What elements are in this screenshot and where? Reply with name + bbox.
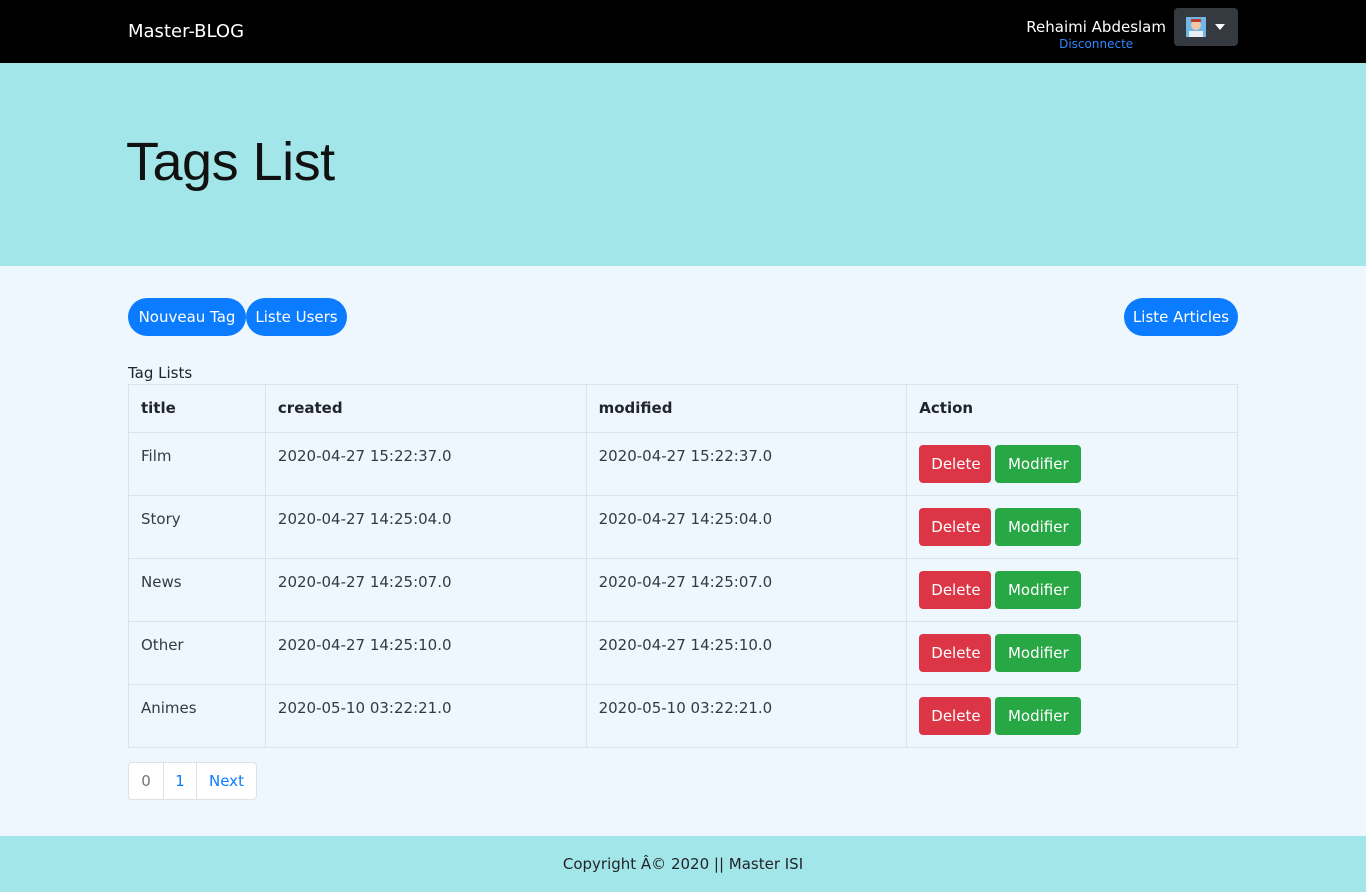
- chevron-down-icon: [1215, 24, 1225, 30]
- cell-created: 2020-04-27 15:22:37.0: [264, 432, 587, 496]
- table-row: Film 2020-04-27 15:22:37.0 2020-04-27 15…: [128, 432, 1238, 496]
- cell-modified: 2020-04-27 15:22:37.0: [585, 432, 908, 496]
- cell-created: 2020-04-27 14:25:07.0: [264, 558, 587, 622]
- delete-button[interactable]: Delete: [919, 508, 992, 546]
- list-users-button[interactable]: Liste Users: [246, 298, 347, 336]
- cell-modified: 2020-04-27 14:25:07.0: [585, 558, 908, 622]
- table-row: Other 2020-04-27 14:25:10.0 2020-04-27 1…: [128, 621, 1238, 685]
- page-link-0[interactable]: 0: [129, 763, 163, 799]
- cell-action: Delete Modifier: [906, 558, 1238, 622]
- cell-title: Story: [128, 495, 266, 559]
- cell-title: Film: [128, 432, 266, 496]
- column-header-action: Action: [906, 384, 1238, 433]
- modify-button[interactable]: Modifier: [995, 508, 1082, 546]
- cell-created: 2020-04-27 14:25:04.0: [264, 495, 587, 559]
- modify-button[interactable]: Modifier: [995, 697, 1082, 735]
- disconnect-link[interactable]: Disconnecte: [1026, 37, 1166, 51]
- table-row: News 2020-04-27 14:25:07.0 2020-04-27 14…: [128, 558, 1238, 622]
- cell-action: Delete Modifier: [906, 684, 1238, 748]
- brand-link[interactable]: Master-BLOG: [128, 20, 244, 44]
- cell-modified: 2020-04-27 14:25:10.0: [585, 621, 908, 685]
- table-row: Animes 2020-05-10 03:22:21.0 2020-05-10 …: [128, 684, 1238, 748]
- table-header-row: title created modified Action: [128, 384, 1238, 433]
- tags-table: title created modified Action Film 2020-…: [128, 384, 1238, 748]
- cell-modified: 2020-04-27 14:25:04.0: [585, 495, 908, 559]
- table-caption: Tag Lists: [128, 364, 193, 382]
- cell-title: Animes: [128, 684, 266, 748]
- column-header-created: created: [264, 384, 587, 433]
- user-info: Rehaimi Abdeslam Disconnecte: [1026, 17, 1166, 51]
- cell-title: News: [128, 558, 266, 622]
- user-menu-button[interactable]: [1174, 8, 1238, 46]
- column-header-modified: modified: [585, 384, 908, 433]
- page-link-1[interactable]: 1: [163, 763, 196, 799]
- copyright-text: Copyright Â© 2020 || Master ISI: [562, 855, 804, 873]
- pagination: 0 1 Next: [128, 762, 257, 800]
- column-header-title: title: [128, 384, 266, 433]
- delete-button[interactable]: Delete: [919, 571, 992, 609]
- delete-button[interactable]: Delete: [919, 697, 992, 735]
- cell-modified: 2020-05-10 03:22:21.0: [585, 684, 908, 748]
- modify-button[interactable]: Modifier: [995, 571, 1082, 609]
- avatar-icon: [1186, 17, 1206, 37]
- page-title: Tags List: [126, 132, 335, 192]
- modify-button[interactable]: Modifier: [995, 445, 1082, 483]
- delete-button[interactable]: Delete: [919, 634, 992, 672]
- cell-action: Delete Modifier: [906, 495, 1238, 559]
- cell-title: Other: [128, 621, 266, 685]
- cell-created: 2020-04-27 14:25:10.0: [264, 621, 587, 685]
- modify-button[interactable]: Modifier: [995, 634, 1082, 672]
- list-articles-button[interactable]: Liste Articles: [1124, 298, 1238, 336]
- user-name: Rehaimi Abdeslam: [1026, 18, 1166, 36]
- cell-action: Delete Modifier: [906, 621, 1238, 685]
- cell-created: 2020-05-10 03:22:21.0: [264, 684, 587, 748]
- new-tag-button[interactable]: Nouveau Tag: [128, 298, 246, 336]
- delete-button[interactable]: Delete: [919, 445, 992, 483]
- navbar: Master-BLOG Rehaimi Abdeslam Disconnecte: [0, 0, 1366, 63]
- page-header: Tags List: [0, 63, 1366, 266]
- next-page-link[interactable]: Next: [196, 763, 256, 799]
- footer: Copyright Â© 2020 || Master ISI: [0, 836, 1366, 892]
- cell-action: Delete Modifier: [906, 432, 1238, 496]
- table-row: Story 2020-04-27 14:25:04.0 2020-04-27 1…: [128, 495, 1238, 559]
